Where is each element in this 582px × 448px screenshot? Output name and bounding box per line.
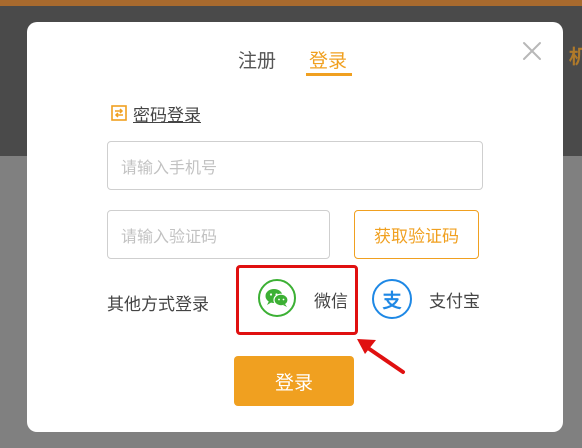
- close-icon: [523, 42, 541, 60]
- tab-login[interactable]: 登录: [309, 46, 347, 73]
- login-modal: 注册 登录 密码登录 请输入手机号 请输入验证码 获取验证码 其他方式登录 微信…: [27, 22, 563, 432]
- close-button[interactable]: [520, 39, 544, 63]
- swap-icon: [111, 105, 127, 121]
- password-login-link[interactable]: 密码登录: [109, 102, 201, 126]
- wechat-highlight-box: [236, 265, 358, 335]
- alipay-icon: 支: [372, 279, 412, 319]
- get-code-button[interactable]: 获取验证码: [354, 210, 479, 259]
- tab-register[interactable]: 注册: [238, 46, 276, 73]
- code-input-placeholder: 请输入验证码: [121, 226, 218, 246]
- password-login-label: 密码登录: [133, 105, 201, 126]
- tab-active-underline: [306, 73, 352, 76]
- alipay-label: 支付宝: [429, 292, 480, 312]
- phone-input-placeholder: 请输入手机号: [121, 157, 218, 177]
- login-page: 机 注册 登录 密码登录 请输入手机号 请输入验证码 获取验证码 其他方式登录: [0, 0, 582, 448]
- phone-input[interactable]: 请输入手机号: [107, 141, 483, 190]
- other-methods-label: 其他方式登录: [107, 295, 209, 315]
- login-submit-button[interactable]: 登录: [234, 356, 354, 406]
- alipay-login-button[interactable]: 支 支付宝: [372, 279, 492, 321]
- verification-code-input[interactable]: 请输入验证码: [107, 210, 330, 259]
- background-header-text: 机: [568, 46, 582, 68]
- arrow-icon: [357, 339, 405, 374]
